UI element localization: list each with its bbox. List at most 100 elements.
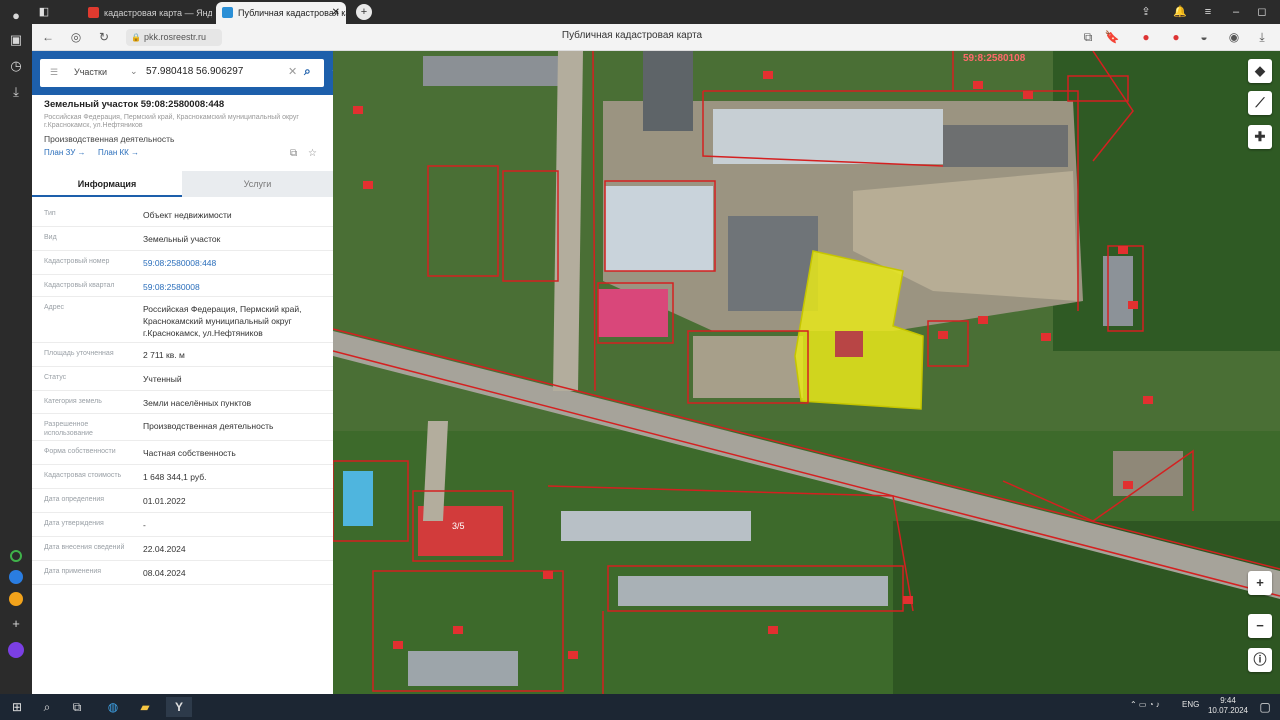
extension-icon-2[interactable]: ●	[1168, 29, 1184, 45]
attribute-label: Кадастровая стоимость	[44, 472, 122, 479]
browser-sidebar: ● ▣ ◷ ⤓ +	[0, 0, 32, 694]
attribute-label: Кадастровый номер	[44, 258, 110, 265]
attribute-label: Адрес	[44, 304, 65, 311]
attribute-row: Разрешенное использование Производственна…	[32, 414, 333, 441]
plan-zu-link[interactable]: План ЗУ →	[44, 148, 86, 157]
close-tab-icon[interactable]: ✕	[332, 2, 340, 24]
garages-row	[618, 576, 888, 606]
map-view[interactable]: 59:8:2580108 3/5 ◆ ⟋ ✚ + − ⓘ	[333, 51, 1280, 694]
language-indicator[interactable]: ENG	[1182, 700, 1199, 709]
add-app-icon[interactable]: +	[6, 614, 26, 634]
search-icon[interactable]: ⌕	[304, 64, 311, 79]
clear-icon[interactable]: ✕	[288, 65, 297, 78]
collections-icon[interactable]: ▣	[6, 30, 26, 50]
tab-information[interactable]: Информация	[32, 171, 182, 197]
pink-roof-building	[598, 289, 668, 337]
search-input[interactable]: 57.980418 56.906297	[146, 66, 243, 77]
attribute-label: Разрешенное использование	[44, 421, 93, 437]
edge-icon[interactable]: ◍	[102, 697, 124, 717]
building-roof	[605, 186, 713, 271]
task-view-icon[interactable]: ⧉	[66, 697, 88, 717]
address-bar[interactable]: 🔒 pkk.rosreestr.ru	[126, 29, 222, 46]
tab-services[interactable]: Услуги	[182, 171, 333, 197]
copy-icon[interactable]: ⧉	[290, 148, 297, 159]
menu-icon[interactable]: ≡	[1200, 4, 1216, 20]
locate-button[interactable]: ✚	[1248, 125, 1272, 149]
file-explorer-icon[interactable]: ▰	[134, 697, 156, 717]
tab-group-icon[interactable]: ◧	[36, 4, 52, 20]
attribute-value: Земли населённых пунктов	[143, 398, 252, 408]
downloads-icon[interactable]: ⤓	[6, 82, 26, 102]
attribute-value[interactable]: 59:08:2580008:448	[143, 257, 323, 269]
plan-kk-link[interactable]: План КК →	[98, 148, 139, 157]
clock[interactable]: 9:44 10.07.2024	[1206, 696, 1250, 716]
page-title: Публичная кадастровая карта	[561, 30, 703, 41]
extension-icon-1[interactable]: ●	[1138, 29, 1154, 45]
attribute-label: Дата утверждения	[44, 520, 104, 527]
tab-cadastral-map[interactable]: Публичная кадастровая карта ✕	[216, 2, 346, 24]
new-tab-button[interactable]: +	[356, 4, 372, 20]
tab-strip: ◧ кадастровая карта — Янд Публичная када…	[32, 0, 1280, 24]
attribute-label: Дата определения	[44, 496, 105, 503]
attribute-row: Площадь уточненная 2 711 кв. м	[32, 343, 333, 367]
taskbar: ⊞ ⌕ ⧉ ◍ ▰ Y ⌃ ▭ ◔ ♪ ENG 9:44 10.07.2024 …	[0, 694, 1280, 720]
satellite-map[interactable]	[333, 51, 1280, 694]
reload-icon[interactable]: ↻	[96, 29, 112, 45]
profile-icon[interactable]: ●	[6, 6, 26, 26]
windows-start-icon[interactable]: ⊞	[6, 697, 28, 717]
app-icon-2[interactable]	[6, 570, 26, 590]
zoom-in-button[interactable]: +	[1248, 571, 1272, 595]
extension-icon-4[interactable]: ◉	[1226, 29, 1242, 45]
search-box[interactable]: ☰ Участки ⌄ 57.980418 56.906297 ✕ ⌕	[40, 59, 324, 87]
ruler-button[interactable]: ⟋	[1248, 91, 1272, 115]
attribute-value: Земельный участок	[143, 234, 221, 244]
ruler-icon: ⟋	[1255, 95, 1265, 110]
back-icon[interactable]: ←	[40, 29, 56, 45]
download-icon[interactable]: ⤓	[1254, 29, 1270, 45]
info-panel: ☰ Участки ⌄ 57.980418 56.906297 ✕ ⌕ ‹ Зе…	[32, 51, 333, 694]
chevron-down-icon[interactable]: ⌄	[130, 66, 138, 77]
history-icon[interactable]: ◷	[6, 56, 26, 76]
search-type-select[interactable]: Участки	[74, 67, 107, 77]
share-icon[interactable]: ⇪	[1138, 4, 1154, 20]
tab-yandex-search[interactable]: кадастровая карта — Янд	[82, 2, 212, 24]
attribute-row: Форма собственности Частная собственность	[32, 441, 333, 465]
clock-time: 9:44	[1220, 696, 1236, 705]
layers-button[interactable]: ◆	[1248, 59, 1272, 83]
favorite-icon[interactable]: ☆	[308, 148, 317, 159]
yandex-browser-icon[interactable]: Y	[166, 697, 192, 717]
zoom-out-button[interactable]: −	[1248, 614, 1272, 638]
attribute-value: 22.04.2024	[143, 544, 186, 554]
extension-icon-3[interactable]: ◒	[1196, 29, 1212, 45]
translate-icon[interactable]: ⧉	[1080, 29, 1096, 45]
building-roof	[643, 51, 693, 131]
yandex-tab-icon	[88, 7, 99, 18]
notification-center-icon[interactable]: ▢	[1254, 697, 1276, 717]
attribute-label: Дата внесения сведений	[44, 544, 125, 551]
attribute-value: 01.01.2022	[143, 496, 186, 506]
attribute-value[interactable]: 59:08:2580008	[143, 281, 323, 293]
attribute-label: Статус	[44, 374, 67, 381]
bookmark-icon[interactable]: 🔖	[1104, 29, 1120, 45]
alice-icon[interactable]	[6, 642, 26, 662]
object-purpose: Производственная деятельность	[44, 134, 175, 144]
attribute-row: Дата определения 01.01.2022	[32, 489, 333, 513]
attribute-label: Категория земель	[44, 398, 102, 405]
attribute-value: Объект недвижимости	[143, 210, 232, 220]
tray-icons[interactable]: ⌃ ▭ ◔ ♪	[1130, 700, 1160, 709]
minimize-icon[interactable]: –	[1228, 4, 1244, 20]
object-address-short: Российская Федерация, Пермский край, Кра…	[44, 114, 299, 129]
clock-date: 10.07.2024	[1207, 706, 1249, 715]
notifications-icon[interactable]: 🔔	[1172, 4, 1188, 20]
protect-icon[interactable]: ◎	[68, 29, 84, 45]
search-taskbar-icon[interactable]: ⌕	[36, 697, 58, 717]
info-button[interactable]: ⓘ	[1248, 648, 1272, 672]
maximize-icon[interactable]: ◻	[1254, 4, 1270, 20]
app-icon-3[interactable]	[6, 592, 26, 612]
attribute-value: 1 648 344,1 руб.	[143, 472, 207, 482]
app-icon-1[interactable]	[6, 548, 26, 568]
building-roof	[423, 56, 568, 86]
zoom-in-icon: +	[1256, 575, 1264, 590]
map-cadastral-label: 59:8:2580108	[963, 53, 1026, 64]
list-icon[interactable]: ☰	[50, 67, 58, 78]
